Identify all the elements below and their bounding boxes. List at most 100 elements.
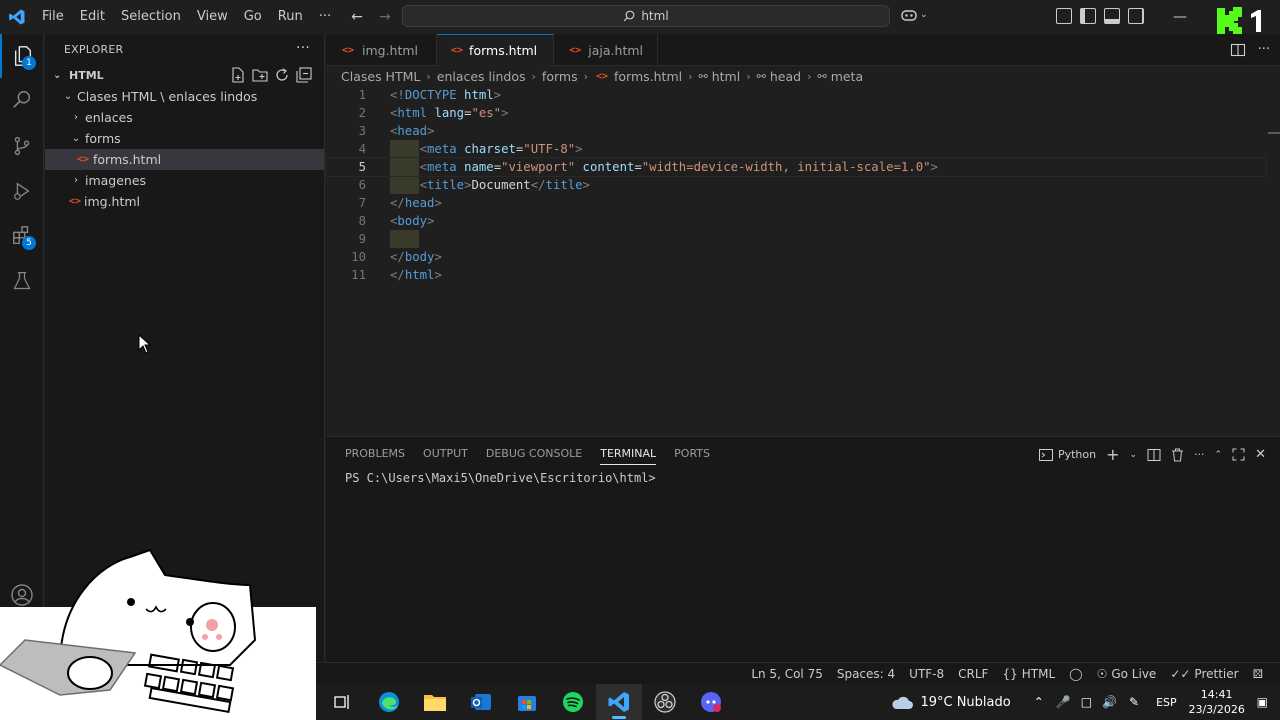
chevron-down-icon[interactable]: ⌄	[1130, 450, 1138, 460]
chevron-up-icon[interactable]: ⌃	[1027, 695, 1051, 709]
tab-img-html[interactable]: <> img.html	[326, 34, 437, 66]
tab-debug-console[interactable]: DEBUG CONSOLE	[477, 437, 591, 471]
search-activity-icon[interactable]	[0, 78, 44, 122]
tab-terminal[interactable]: TERMINAL	[591, 437, 665, 471]
pen-icon[interactable]: ✎	[1122, 695, 1146, 709]
copilot-status-icon[interactable]: ◯	[1062, 667, 1089, 681]
breadcrumb-item[interactable]: html	[712, 69, 740, 84]
scrollbar-marker[interactable]	[1268, 132, 1280, 134]
go-live-button[interactable]: ☉ Go Live	[1090, 667, 1164, 681]
split-editor-icon[interactable]	[1230, 42, 1246, 58]
breadcrumb-item[interactable]: forms.html	[614, 69, 682, 84]
tree-folder-clases[interactable]: ⌄ Clases HTML \ enlaces lindos	[45, 86, 324, 107]
language-indicator[interactable]: ESP	[1146, 696, 1187, 709]
discord-icon[interactable]	[688, 684, 734, 720]
tree-folder-imagenes[interactable]: › imagenes	[45, 170, 324, 191]
close-panel-icon[interactable]: ✕	[1255, 447, 1266, 462]
volume-icon[interactable]: 🔊	[1097, 695, 1122, 709]
copilot-button[interactable]: ⌄	[900, 8, 928, 22]
maximize-panel-icon[interactable]	[1232, 448, 1245, 461]
chevron-right-icon: ›	[807, 69, 812, 83]
forward-arrow-icon[interactable]: →	[376, 8, 394, 26]
testing-icon[interactable]	[0, 259, 44, 303]
tab-jaja-html[interactable]: <> jaja.html	[554, 34, 658, 66]
command-center-search[interactable]: html	[402, 5, 890, 27]
microsoft-store-icon[interactable]	[504, 684, 550, 720]
collapse-all-icon[interactable]	[296, 67, 312, 83]
trash-icon[interactable]	[1171, 448, 1184, 462]
toggle-secondary-sidebar-icon[interactable]	[1128, 8, 1144, 24]
editor-more-icon[interactable]: ···	[1258, 42, 1270, 58]
code-line: 1 <!DOCTYPE html>	[326, 86, 1266, 104]
back-arrow-icon[interactable]: ←	[348, 8, 366, 26]
tree-file-img-html[interactable]: <> img.html	[45, 191, 324, 212]
toggle-sidebar-icon[interactable]	[1080, 8, 1096, 24]
edge-browser-icon[interactable]	[366, 684, 412, 720]
toggle-panel-icon[interactable]	[1104, 8, 1120, 24]
new-terminal-icon[interactable]: +	[1106, 445, 1119, 464]
explorer-icon[interactable]: 1	[0, 34, 44, 78]
tree-file-forms-html[interactable]: <> forms.html	[45, 149, 324, 170]
cursor-position[interactable]: Ln 5, Col 75	[744, 667, 830, 681]
line-number: 4	[358, 142, 366, 156]
tree-folder-forms[interactable]: ⌄ forms	[45, 128, 324, 149]
minimize-icon[interactable]: —	[1160, 0, 1200, 34]
network-icon[interactable]: □	[1076, 695, 1097, 709]
task-view-icon[interactable]	[320, 684, 366, 720]
split-terminal-icon[interactable]	[1147, 448, 1161, 462]
new-file-icon[interactable]	[230, 67, 246, 83]
language-mode[interactable]: {} HTML	[995, 667, 1062, 681]
encoding[interactable]: UTF-8	[902, 667, 951, 681]
vscode-taskbar-icon[interactable]	[596, 684, 642, 720]
code-editor[interactable]: 1 <!DOCTYPE html> 2 <html lang="es"> 3 <…	[325, 86, 1280, 436]
source-control-icon[interactable]	[0, 124, 44, 168]
code-line: 4 <meta charset="UTF-8">	[326, 140, 1266, 158]
file-explorer-icon[interactable]	[412, 684, 458, 720]
end-of-line[interactable]: CRLF	[951, 667, 995, 681]
indentation[interactable]: Spaces: 4	[830, 667, 902, 681]
menu-file[interactable]: File	[34, 0, 72, 34]
clock[interactable]: 14:41 23/3/2026	[1187, 687, 1247, 717]
breadcrumb-item[interactable]: forms	[542, 69, 578, 84]
outlook-icon[interactable]	[458, 684, 504, 720]
prettier-button[interactable]: ✓✓ Prettier	[1163, 667, 1245, 681]
spotify-icon[interactable]	[550, 684, 596, 720]
obs-icon[interactable]	[642, 684, 688, 720]
tab-label: jaja.html	[588, 42, 643, 58]
menu-view[interactable]: View	[189, 0, 236, 34]
terminal-shell-selector[interactable]: Python	[1038, 448, 1096, 461]
chevron-up-icon[interactable]: ⌃	[1215, 450, 1223, 460]
extensions-icon[interactable]: 5	[0, 214, 44, 258]
tab-output[interactable]: OUTPUT	[414, 437, 477, 471]
menu-run[interactable]: Run	[270, 0, 311, 34]
breadcrumb-item[interactable]: meta	[831, 69, 863, 84]
new-folder-icon[interactable]	[252, 67, 268, 83]
more-actions-icon[interactable]: ···	[296, 40, 310, 56]
weather-widget[interactable]: 19°C Nublado	[890, 694, 1026, 710]
tree-folder-enlaces[interactable]: › enlaces	[45, 107, 324, 128]
workspace-section[interactable]: ⌄ HTML	[45, 64, 324, 86]
html-file-icon: <>	[341, 44, 355, 56]
html-file-icon: <>	[451, 45, 464, 56]
tab-problems[interactable]: PROBLEMS	[336, 437, 414, 471]
code-line: 9	[326, 230, 1266, 248]
menu-go[interactable]: Go	[236, 0, 270, 34]
panel-more-icon[interactable]: ···	[1194, 448, 1205, 461]
customize-layout-icon[interactable]	[1056, 8, 1072, 24]
breadcrumb-item[interactable]: Clases HTML	[341, 69, 420, 84]
run-debug-icon[interactable]	[0, 169, 44, 213]
menu-selection[interactable]: Selection	[113, 0, 189, 34]
refresh-icon[interactable]	[274, 67, 290, 83]
breadcrumb-item[interactable]: enlaces lindos	[437, 69, 526, 84]
menu-edit[interactable]: Edit	[72, 0, 113, 34]
tab-forms-html[interactable]: <> forms.html	[437, 34, 554, 66]
notifications-bell-icon[interactable]: ⚄	[1246, 667, 1270, 681]
tab-ports[interactable]: PORTS	[665, 437, 719, 471]
notification-center-icon[interactable]: ▣	[1247, 695, 1280, 709]
language-label: HTML	[1021, 666, 1056, 681]
terminal-prompt[interactable]: PS C:\Users\Maxi5\OneDrive\Escritorio\ht…	[345, 471, 656, 485]
line-number: 1	[358, 88, 366, 102]
breadcrumb-item[interactable]: head	[770, 69, 801, 84]
menu-more[interactable]: ···	[311, 0, 339, 34]
microphone-icon[interactable]: 🎤	[1051, 695, 1076, 709]
